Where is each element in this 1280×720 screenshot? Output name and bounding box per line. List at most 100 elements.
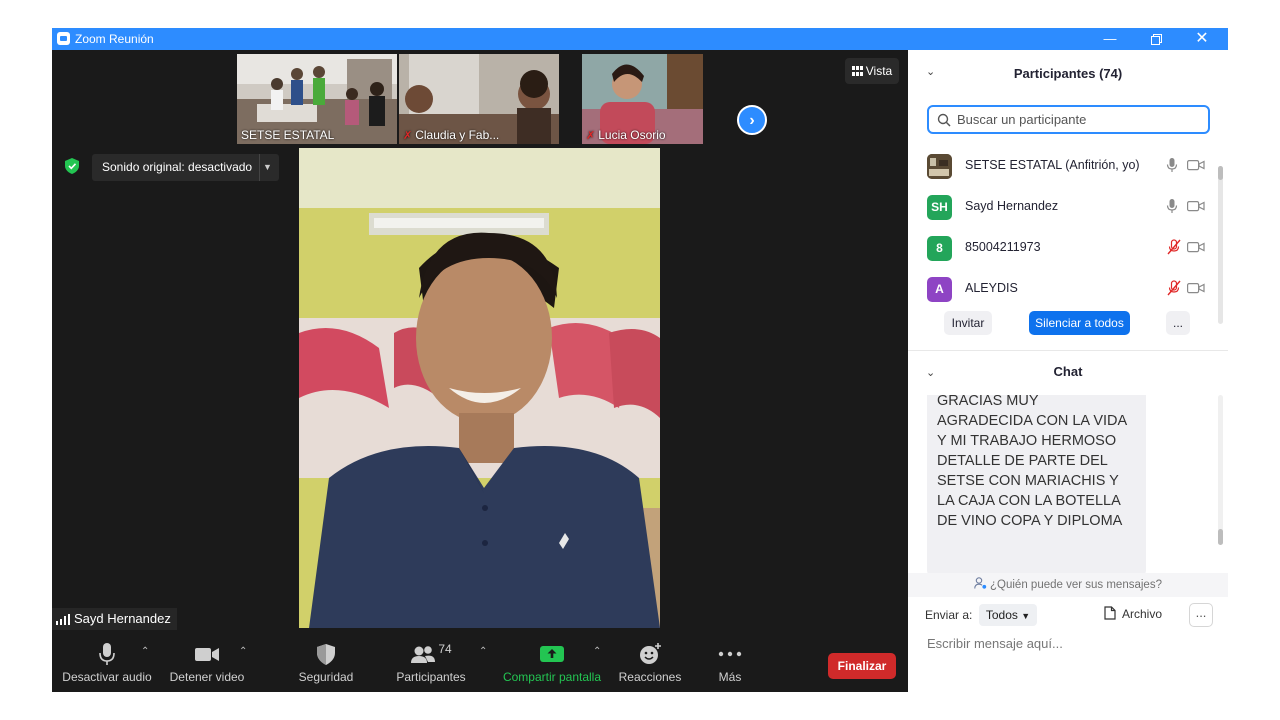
share-options-caret-icon[interactable]: ⌃ (593, 646, 601, 657)
reactions-emoji-icon (640, 643, 661, 664)
stop-video-button[interactable]: Detener video (166, 642, 248, 684)
participant-search[interactable] (927, 105, 1210, 134)
more-button[interactable]: Más (706, 642, 754, 684)
muted-mic-icon: ✗ (403, 130, 413, 142)
active-speaker-name: Sayd Hernandez (74, 611, 171, 626)
participants-more-button[interactable]: ... (1166, 311, 1190, 335)
thumbnail-name: ✗ Claudia y Fab... (403, 128, 499, 142)
shield-icon (317, 644, 335, 665)
thumbnail-name: ✗ Lucia Osorio (586, 128, 666, 142)
participant-row[interactable]: A ALEYDIS (908, 269, 1218, 309)
participants-label: Participantes (396, 670, 466, 684)
divider (908, 350, 1228, 351)
reactions-button[interactable]: Reacciones (615, 642, 685, 684)
muted-microphone-icon[interactable] (1166, 239, 1182, 255)
file-label: Archivo (1122, 607, 1163, 621)
share-screen-button[interactable]: Compartir pantalla (500, 642, 604, 684)
muted-mic-icon: ✗ (586, 130, 596, 142)
security-button[interactable]: Seguridad (292, 642, 360, 684)
zoom-window: Zoom Reunión — ✕ SETSE ESTATAL ✗ Claudia… (52, 28, 1228, 692)
chat-more-button[interactable]: ... (1189, 603, 1213, 627)
meeting-toolbar: Desactivar audio ⌃ Detener video ⌃ Segur… (52, 636, 908, 692)
chat-title: Chat (1053, 364, 1083, 379)
next-page-button[interactable]: › (737, 105, 767, 135)
share-screen-label: Compartir pantalla (502, 670, 602, 684)
invite-button[interactable]: Invitar (944, 311, 992, 335)
chat-messages: GRACIAS MUY AGRADECIDA CON LA VIDA Y MI … (908, 395, 1228, 573)
participants-header: ⌄ Participantes (74) (908, 50, 1228, 96)
send-to-dropdown[interactable]: Todos ▼ (979, 604, 1037, 626)
end-meeting-button[interactable]: Finalizar (828, 653, 896, 679)
video-camera-icon[interactable] (1187, 159, 1205, 171)
security-label: Seguridad (298, 670, 354, 684)
active-speaker-label: Sayd Hernandez (52, 608, 177, 630)
file-button[interactable]: Archivo (1104, 606, 1162, 621)
zoom-logo-icon (57, 32, 70, 45)
participant-search-input[interactable] (955, 111, 1199, 128)
scrollbar-thumb[interactable] (1218, 166, 1223, 180)
mute-all-button[interactable]: Silenciar a todos (1029, 311, 1130, 335)
active-speaker-video (299, 148, 660, 628)
avatar-photo (927, 154, 952, 179)
thumbnail-name: SETSE ESTATAL (241, 128, 335, 142)
thumbnail-name-text: Claudia y Fab... (415, 128, 500, 142)
chat-message-input[interactable] (925, 635, 1219, 652)
participant-name: 85004211973 (965, 240, 1041, 254)
chat-scrollbar[interactable] (1218, 395, 1223, 545)
participants-button[interactable]: 74 Participantes (390, 642, 472, 684)
video-thumbnail[interactable]: ✗ Claudia y Fab... (399, 54, 559, 144)
divider (259, 154, 260, 181)
caret-down-icon[interactable]: ▼ (263, 154, 272, 181)
video-options-caret-icon[interactable]: ⌃ (239, 646, 247, 657)
microphone-icon[interactable] (1166, 198, 1178, 214)
participant-name: SETSE ESTATAL (Anfitrión, yo) (965, 158, 1140, 172)
muted-microphone-icon[interactable] (1166, 280, 1182, 296)
participant-name: Sayd Hernandez (965, 199, 1059, 213)
avatar: SH (927, 195, 952, 220)
view-button[interactable]: Vista (845, 58, 899, 84)
video-camera-icon[interactable] (1187, 241, 1205, 253)
participant-row[interactable]: SH Sayd Hernandez (908, 187, 1218, 227)
video-camera-icon (195, 648, 219, 661)
audio-options-caret-icon[interactable]: ⌃ (141, 646, 149, 657)
encryption-shield-icon[interactable] (65, 158, 79, 174)
video-thumbnail[interactable]: ✗ Lucia Osorio (582, 54, 703, 144)
window-title: Zoom Reunión (75, 32, 154, 46)
video-camera-icon[interactable] (1187, 282, 1205, 294)
send-to-value: Todos (985, 608, 1018, 622)
share-screen-icon (540, 646, 564, 662)
participant-row[interactable]: 8 85004211973 (908, 228, 1218, 268)
avatar (927, 154, 952, 179)
chat-message-text: GRACIAS MUY AGRADECIDA CON LA VIDA Y MI … (937, 395, 1127, 529)
minimize-button[interactable]: — (1087, 28, 1133, 50)
microphone-icon[interactable] (1166, 157, 1178, 173)
search-icon (937, 113, 951, 127)
participants-scrollbar[interactable] (1218, 166, 1223, 324)
signal-bars-icon (56, 614, 70, 626)
file-icon (1104, 606, 1116, 620)
mute-audio-button[interactable]: Desactivar audio (60, 642, 154, 684)
mute-audio-label: Desactivar audio (62, 670, 152, 684)
microphone-icon (99, 643, 115, 665)
chat-header: ⌄ Chat (908, 352, 1228, 392)
stop-video-label: Detener video (169, 670, 245, 684)
who-can-see-text: ¿Quién puede ver sus mensajes? (990, 579, 1162, 591)
scrollbar-thumb[interactable] (1218, 529, 1223, 545)
participants-icon (411, 646, 436, 663)
restore-button[interactable] (1133, 28, 1179, 50)
chevron-right-icon: › (749, 112, 755, 129)
original-sound-toggle[interactable]: Sonido original: desactivado ▼ (92, 154, 279, 181)
video-camera-icon[interactable] (1187, 200, 1205, 212)
participants-title: Participantes (74) (1013, 66, 1123, 81)
view-button-label: Vista (865, 64, 893, 78)
send-to-label: Enviar a: (925, 608, 973, 622)
who-can-see-messages[interactable]: ¿Quién puede ver sus mensajes? (908, 573, 1228, 597)
video-thumbnail[interactable]: SETSE ESTATAL (237, 54, 397, 144)
more-dots-icon (718, 651, 742, 657)
participant-row[interactable]: SETSE ESTATAL (Anfitrión, yo) (908, 146, 1218, 186)
thumbnail-name-text: Lucia Osorio (598, 128, 666, 142)
restore-icon (1150, 34, 1162, 46)
participants-options-caret-icon[interactable]: ⌃ (479, 646, 487, 657)
close-button[interactable]: ✕ (1179, 28, 1225, 50)
chat-message-bubble: GRACIAS MUY AGRADECIDA CON LA VIDA Y MI … (927, 395, 1146, 573)
